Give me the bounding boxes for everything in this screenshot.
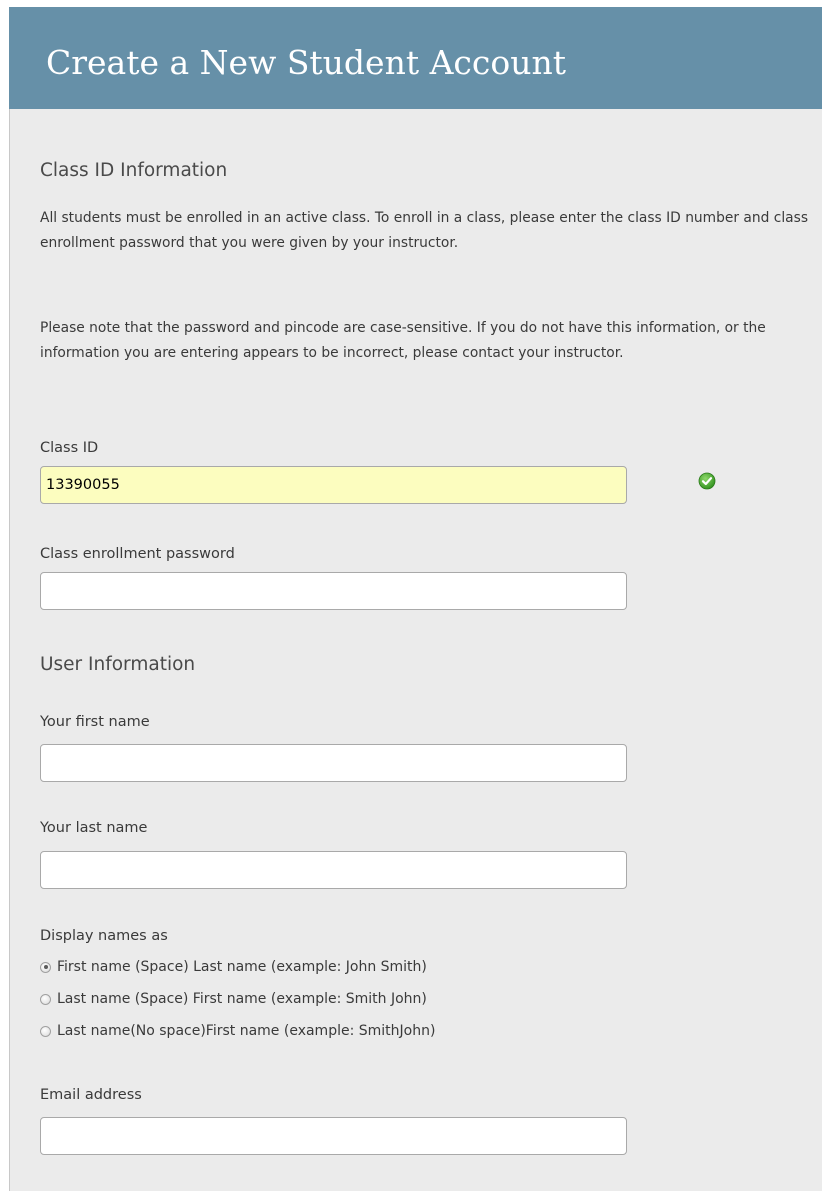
user-section-title: User Information [40,654,196,675]
first-name-label: Your first name [40,714,150,730]
display-option-last-first[interactable]: Last name (Space) First name (example: S… [40,989,427,1009]
page-header: Create a New Student Account [9,7,822,109]
display-option-first-last[interactable]: First name (Space) Last name (example: J… [40,957,427,977]
email-input[interactable] [40,1117,627,1155]
page-title: Create a New Student Account [46,43,567,82]
class-intro-text: All students must be enrolled in an acti… [40,210,809,251]
email-label: Email address [40,1087,142,1103]
class-section-title: Class ID Information [40,160,228,181]
display-option-last-first-nospace[interactable]: Last name(No space)First name (example: … [40,1021,435,1041]
radio-last-first[interactable] [40,993,51,1005]
valid-check-icon [698,472,716,490]
display-names-label: Display names as [40,928,168,944]
radio-first-last[interactable] [40,961,51,973]
class-password-label: Class enrollment password [40,546,235,562]
case-sensitive-note: Please note that the password and pincod… [40,320,766,361]
radio-label: First name (Space) Last name (example: J… [57,959,427,975]
class-id-label: Class ID [40,440,99,456]
radio-last-first-nospace[interactable] [40,1025,51,1037]
radio-label: Last name (Space) First name (example: S… [57,991,427,1007]
class-id-input[interactable] [40,466,627,504]
student-signup-page: Create a New Student Account Class ID In… [0,0,822,1191]
radio-label: Last name(No space)First name (example: … [57,1023,436,1039]
first-name-input[interactable] [40,744,627,782]
last-name-label: Your last name [40,820,148,836]
class-password-input[interactable] [40,572,627,610]
last-name-input[interactable] [40,851,627,889]
